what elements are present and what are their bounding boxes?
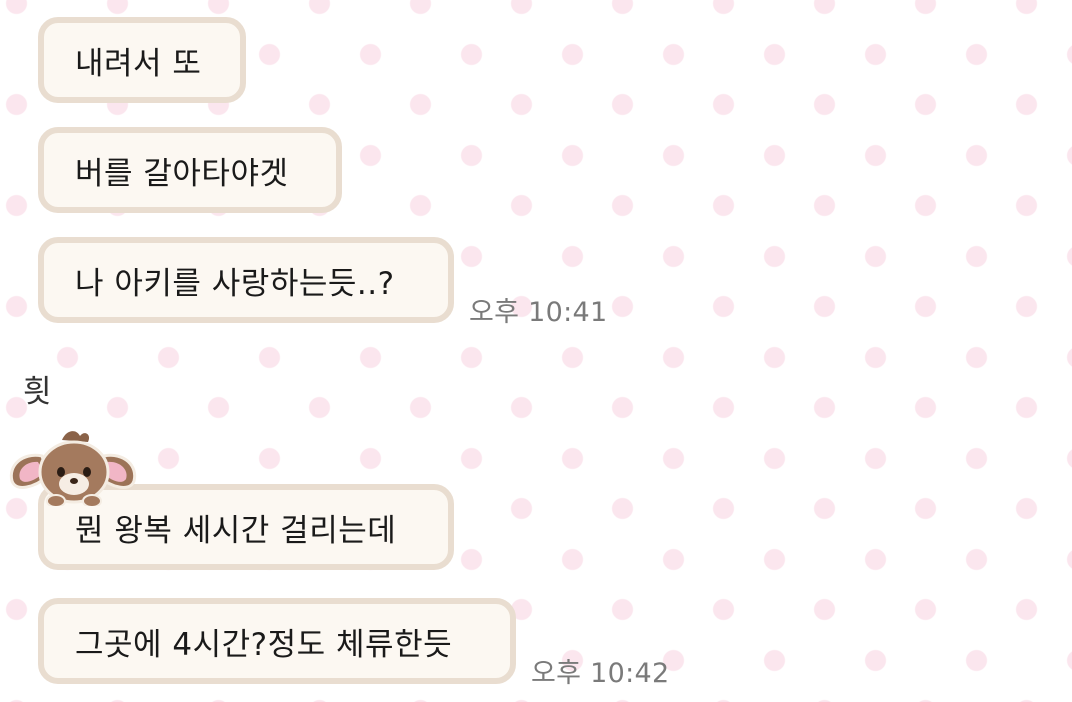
bunny-plush-icon[interactable] xyxy=(4,426,144,506)
message-timestamp: 오후 10:41 xyxy=(469,297,608,328)
message-text: 뭔 왕복 세시간 걸리는데 xyxy=(75,512,397,549)
message-bubble[interactable]: 그곳에 4시간?정도 체류한듯 xyxy=(38,598,516,684)
message-bubble[interactable]: 나 아키를 사랑하는듯..? xyxy=(38,237,454,323)
message-text: 그곳에 4시간?정도 체류한듯 xyxy=(75,626,453,663)
sender-name: 흿 xyxy=(23,374,52,410)
message-text: 나 아키를 사랑하는듯..? xyxy=(75,265,395,302)
message-bubble[interactable]: 버를 갈아타야겟 xyxy=(38,127,342,213)
message-text: 내려서 또 xyxy=(75,45,202,82)
message-text: 버를 갈아타야겟 xyxy=(75,155,289,192)
message-timestamp: 오후 10:42 xyxy=(531,658,670,689)
message-bubble[interactable]: 내려서 또 xyxy=(38,17,246,103)
